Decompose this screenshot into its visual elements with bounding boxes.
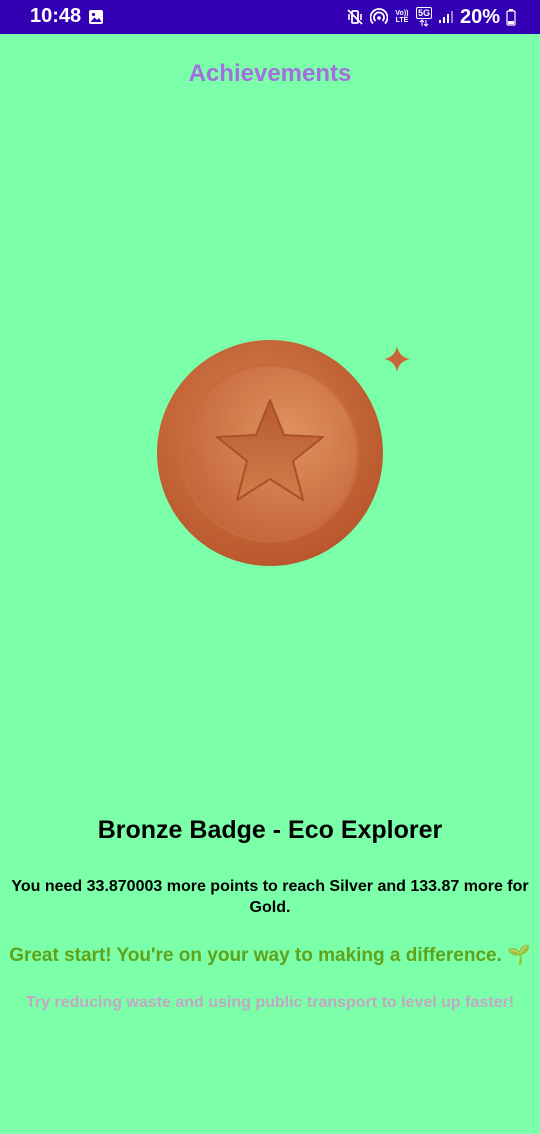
status-time: 10:48 bbox=[30, 5, 82, 27]
gallery-icon bbox=[89, 10, 103, 24]
battery-percentage: 20% bbox=[459, 5, 500, 28]
network-label: 5G bbox=[415, 7, 432, 19]
bronze-medal-star-icon bbox=[157, 340, 410, 566]
hotspot-icon bbox=[369, 8, 388, 25]
status-icons: Vo)) LTE 5G 20% bbox=[340, 5, 516, 29]
badge-title: Bronze Badge - Eco Explorer bbox=[97, 816, 443, 844]
battery-icon bbox=[506, 9, 516, 26]
encouragement-text: Great start! You're on your way to makin… bbox=[9, 945, 531, 966]
vibrate-icon bbox=[347, 9, 363, 25]
data-arrows-icon bbox=[419, 19, 429, 27]
volte-label: Vo)) LTE bbox=[395, 10, 409, 24]
tip-text: Try reducing waste and using public tran… bbox=[25, 994, 515, 1011]
badge-display bbox=[150, 332, 420, 572]
signal-icon bbox=[438, 11, 453, 23]
points-remaining-text: You need 33.870003 more points to reach … bbox=[11, 878, 529, 916]
network-5g-icon: 5G bbox=[415, 7, 432, 27]
volte-icon: Vo)) LTE bbox=[394, 10, 410, 24]
sparkle-icon bbox=[384, 346, 410, 372]
status-bar: 10:48 Vo)) LTE 5G 20% bbox=[0, 0, 540, 34]
page-title: Achievements bbox=[188, 60, 352, 87]
